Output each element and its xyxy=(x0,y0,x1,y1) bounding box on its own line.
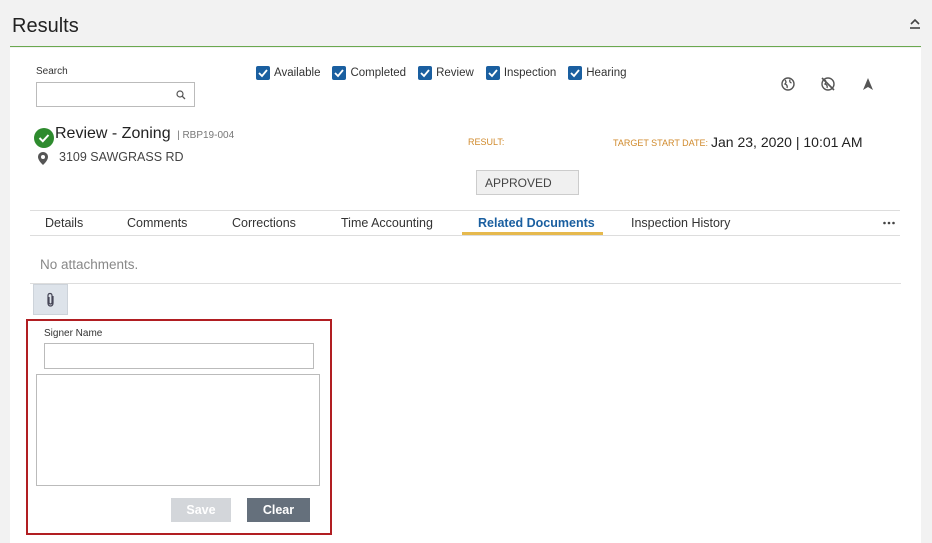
checkbox-checked-icon[interactable] xyxy=(332,66,347,80)
tab-corrections[interactable]: Corrections xyxy=(232,216,296,230)
results-panel: Search Available Completed Review Inspec… xyxy=(10,48,921,543)
no-attachments-text: No attachments. xyxy=(40,257,139,272)
signature-pad[interactable] xyxy=(36,374,320,486)
filter-label: Inspection xyxy=(503,67,557,79)
target-start-label: TARGET START DATE: xyxy=(613,138,709,148)
filter-available[interactable]: Available xyxy=(256,66,320,80)
search-label: Search xyxy=(36,66,68,77)
save-button[interactable]: Save xyxy=(171,498,231,522)
result-select[interactable]: APPROVED xyxy=(476,170,579,195)
filter-completed[interactable]: Completed xyxy=(332,66,406,80)
check-circle-icon xyxy=(34,128,54,148)
tab-details[interactable]: Details xyxy=(45,216,83,230)
search-icon[interactable] xyxy=(176,90,186,100)
filter-label: Hearing xyxy=(586,67,627,79)
tabs-divider xyxy=(30,210,900,211)
search-box xyxy=(36,82,195,107)
paperclip-icon xyxy=(47,292,54,307)
record-title-text: Review - Zoning xyxy=(55,125,171,142)
tab-time-accounting[interactable]: Time Accounting xyxy=(341,216,433,230)
results-header: Results xyxy=(0,0,932,48)
filter-label: Review xyxy=(436,67,474,79)
location-pin-icon xyxy=(38,152,48,165)
checkbox-checked-icon[interactable] xyxy=(256,66,270,80)
page-title: Results xyxy=(12,15,79,37)
tab-related-documents[interactable]: Related Documents xyxy=(478,216,595,230)
checkbox-checked-icon[interactable] xyxy=(485,66,500,80)
clear-button[interactable]: Clear xyxy=(247,498,310,522)
tabs-divider xyxy=(30,235,900,236)
more-options-icon[interactable] xyxy=(882,218,896,228)
navigate-icon[interactable] xyxy=(860,76,876,92)
map-toolbar xyxy=(780,76,900,92)
record-title: Review - Zoning | RBP19-004 xyxy=(55,125,234,143)
status-filters: Available Completed Review Inspection He… xyxy=(256,66,639,80)
filter-inspection[interactable]: Inspection xyxy=(485,66,557,80)
globe-icon[interactable] xyxy=(780,76,796,92)
filter-review[interactable]: Review xyxy=(418,66,474,80)
filter-label: Available xyxy=(274,67,321,79)
signature-panel: Signer Name Save Clear xyxy=(26,319,332,535)
result-label: RESULT: xyxy=(468,137,505,147)
signer-name-label: Signer Name xyxy=(44,328,103,339)
checkbox-checked-icon[interactable] xyxy=(418,66,433,80)
globe-off-icon[interactable] xyxy=(820,76,836,92)
header-divider xyxy=(10,46,921,47)
tab-inspection-history[interactable]: Inspection History xyxy=(631,216,730,230)
record-id: | RBP19-004 xyxy=(177,130,235,141)
record-address: 3109 SAWGRASS RD xyxy=(59,150,184,164)
search-input[interactable] xyxy=(41,83,171,105)
checkbox-checked-icon[interactable] xyxy=(568,66,583,80)
target-start-value: Jan 23, 2020 | 10:01 AM xyxy=(711,134,863,150)
attach-file-button[interactable] xyxy=(33,284,68,315)
signer-name-input[interactable] xyxy=(44,343,314,369)
attachments-divider xyxy=(30,283,901,284)
filter-label: Completed xyxy=(350,67,407,79)
collapse-icon[interactable] xyxy=(908,16,922,32)
filter-hearing[interactable]: Hearing xyxy=(568,66,627,80)
tab-comments[interactable]: Comments xyxy=(127,216,187,230)
